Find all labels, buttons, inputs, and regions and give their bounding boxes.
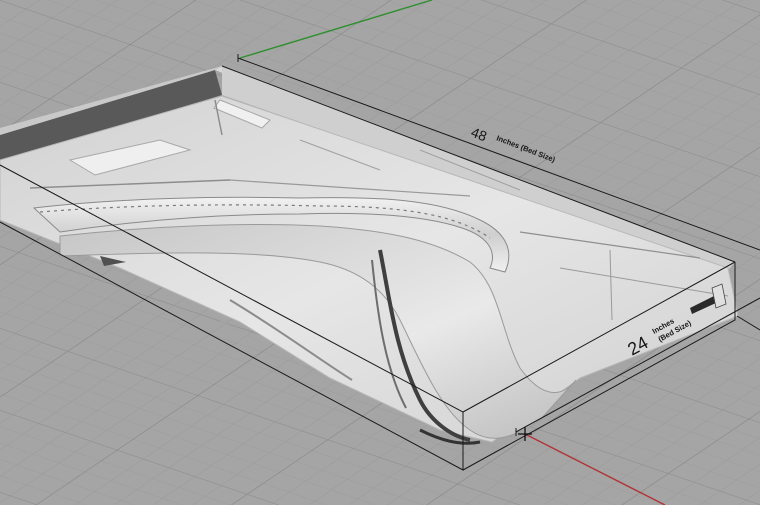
perspective-viewport[interactable]: 48 Inches (Bed Size) 24 Inches (Bed Size… xyxy=(0,0,760,505)
scene-canvas[interactable]: 48 Inches (Bed Size) 24 Inches (Bed Size… xyxy=(0,0,760,505)
